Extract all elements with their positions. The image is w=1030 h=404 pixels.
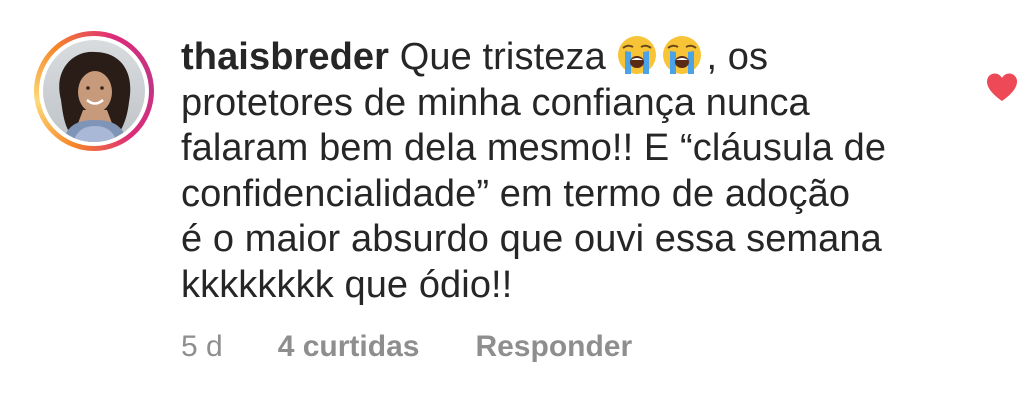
comment-line-6: kkkkkkkk que ódio!! [181, 263, 513, 306]
comment-likes-count[interactable]: 4 curtidas [278, 330, 420, 364]
comment-line-2: protetores de minha confiança nunca [181, 81, 810, 124]
comment-item: thaisbreder Que tristeza , os protetores… [0, 0, 1030, 404]
comment-line-5: é o maior absurdo que ouvi essa semana [181, 218, 882, 260]
avatar-ring-gap [39, 36, 149, 146]
comment-text: thaisbreder Que tristeza , os protetores… [181, 34, 941, 308]
comment-line-4: confidencialidade” em termo de adoção [181, 172, 851, 215]
comment-meta: 5 d 4 curtidas Responder [181, 330, 632, 364]
comment-timestamp: 5 d [181, 330, 223, 363]
comment-text-start: Que tristeza [399, 36, 606, 78]
comment-line-3: falaram bem dela mesmo!! E “cláusula de [181, 127, 887, 169]
comment-line-1: thaisbreder Que tristeza , os [181, 34, 941, 81]
loudly-crying-face-icon [663, 36, 702, 74]
heart-icon[interactable] [985, 72, 1019, 102]
avatar-story-ring[interactable] [34, 31, 154, 151]
reply-button[interactable]: Responder [475, 330, 632, 364]
comment-text-after-emoji: , os [706, 36, 769, 78]
comment-username[interactable]: thaisbreder [181, 36, 389, 78]
avatar[interactable] [43, 40, 145, 142]
loudly-crying-face-icon [618, 36, 657, 74]
